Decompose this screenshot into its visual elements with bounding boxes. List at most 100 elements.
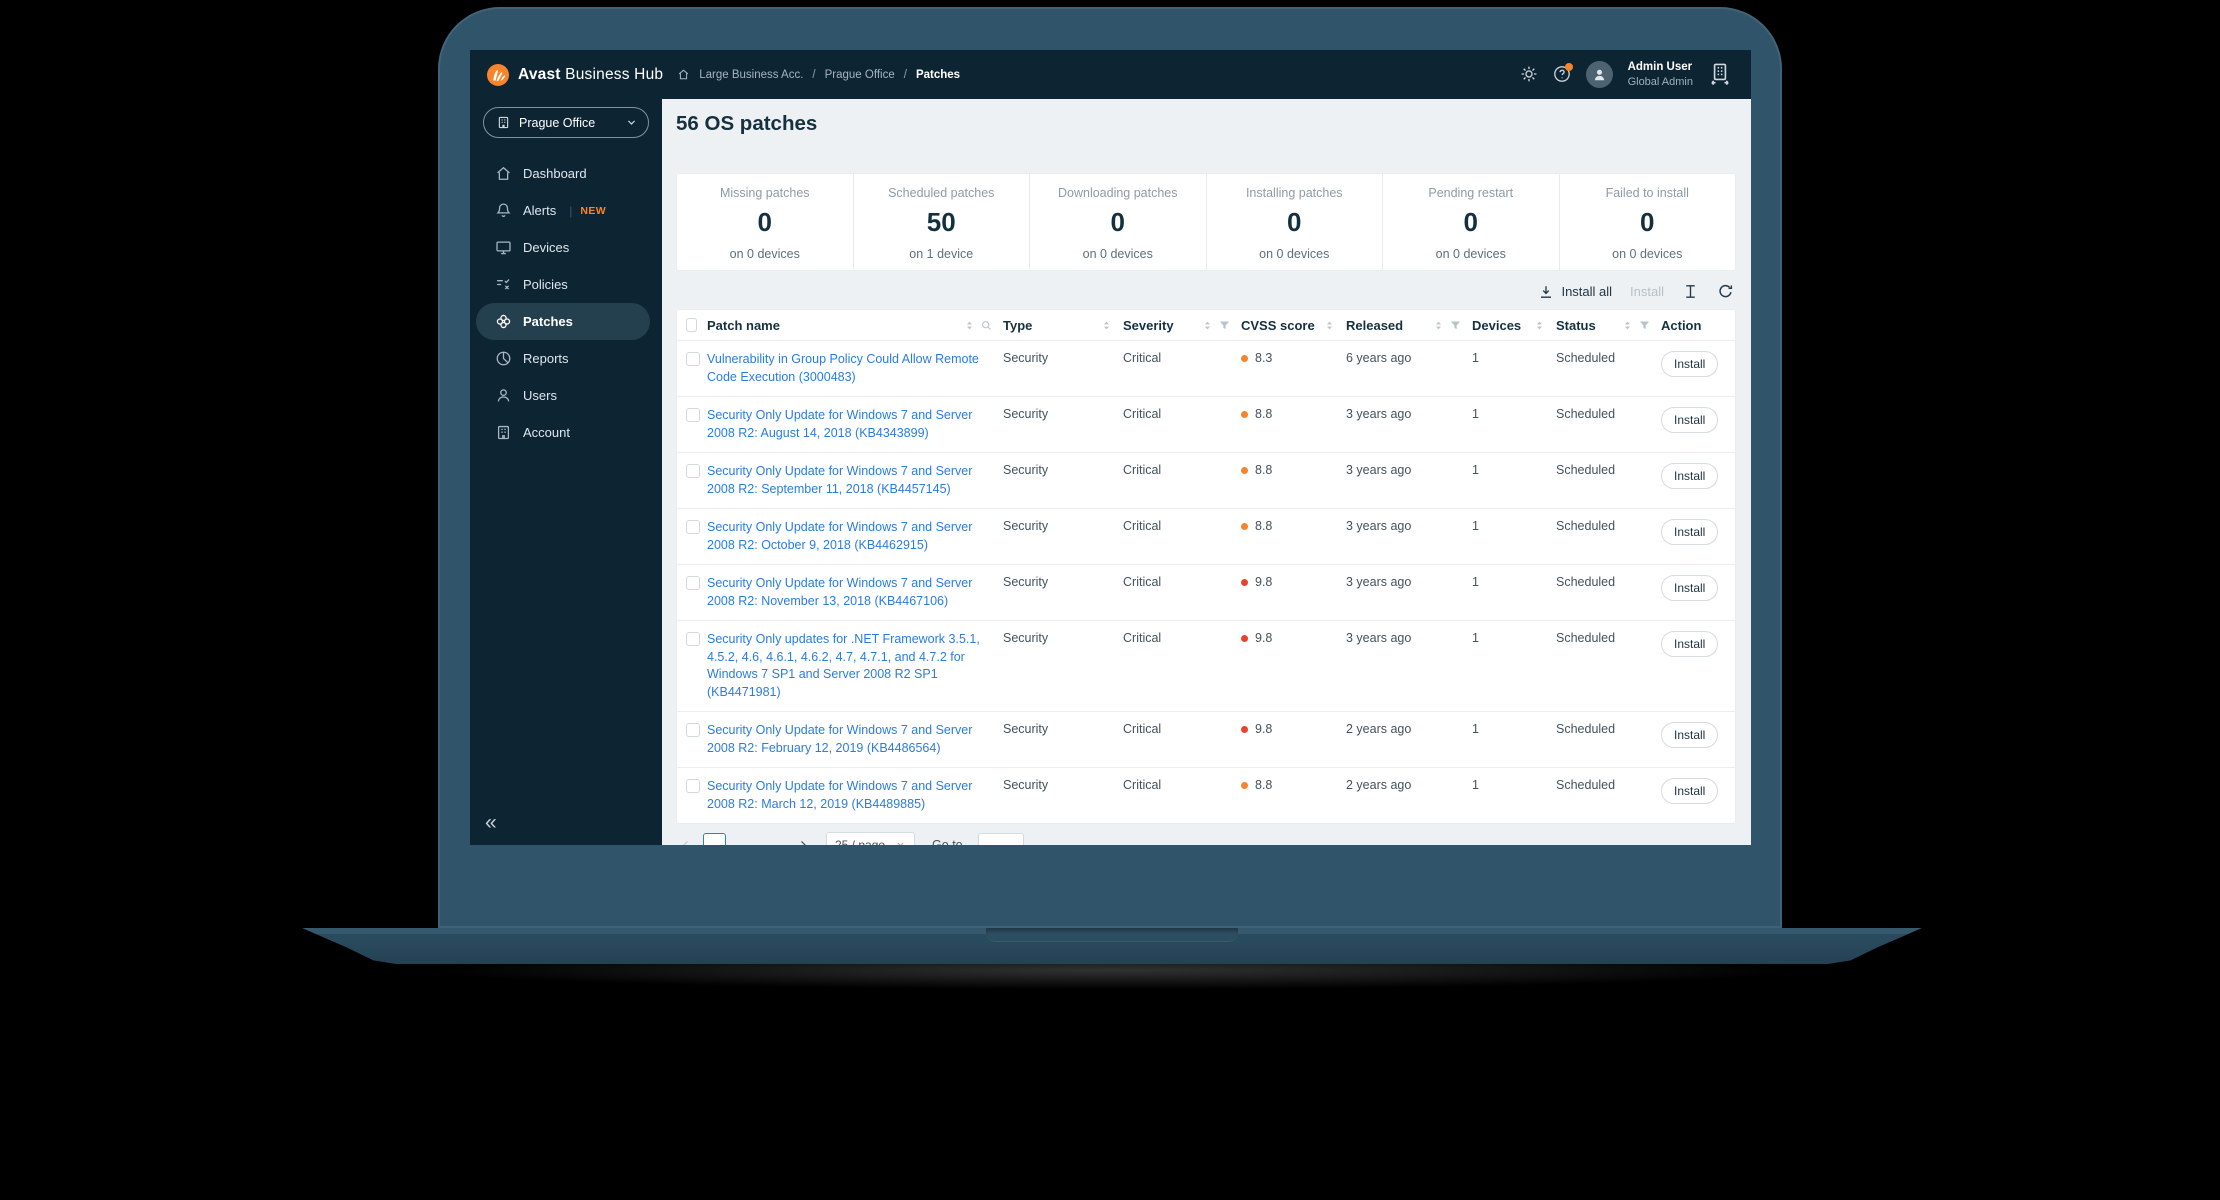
row-checkbox[interactable]: [686, 352, 700, 366]
breadcrumb-item-large-business-acc[interactable]: Large Business Acc. /: [699, 69, 815, 81]
sidebar-item-policies[interactable]: Policies: [476, 266, 650, 303]
table-header-cell-devices[interactable]: Devices: [1472, 310, 1556, 341]
page-size-select[interactable]: 25 / page: [826, 832, 916, 845]
patch-released: 3 years ago: [1346, 396, 1472, 453]
row-install-button[interactable]: Install: [1661, 631, 1719, 657]
stat-value: 0: [1463, 207, 1478, 237]
row-install-button[interactable]: Install: [1661, 351, 1719, 377]
sidebar-item-dashboard[interactable]: Dashboard: [476, 155, 650, 192]
row-height-icon[interactable]: [1682, 283, 1699, 300]
install-button[interactable]: Install: [1630, 284, 1664, 299]
sidebar-item-reports[interactable]: Reports: [476, 340, 650, 377]
sort-icon[interactable]: [1201, 319, 1214, 332]
patch-name-link[interactable]: Security Only Update for Windows 7 and S…: [707, 463, 995, 498]
table-header-cell[interactable]: [677, 310, 707, 341]
table-header-cell-cvss-score[interactable]: CVSS score: [1241, 310, 1346, 341]
filter-icon[interactable]: [1638, 319, 1651, 332]
company-switcher-icon[interactable]: [1708, 62, 1732, 86]
next-page-icon[interactable]: [793, 835, 813, 845]
sidebar-item-account[interactable]: Account: [476, 414, 650, 451]
page-number-2[interactable]: [733, 833, 756, 845]
stat-card-downloading-patches: Downloading patches 0 on 0 devices: [1029, 174, 1206, 270]
user-avatar[interactable]: [1585, 60, 1613, 88]
row-install-button[interactable]: Install: [1661, 575, 1719, 601]
user-info[interactable]: Admin User Global Admin: [1628, 60, 1693, 89]
stat-label: Pending restart: [1428, 186, 1514, 200]
stat-value: 0: [1640, 207, 1655, 237]
patch-type: Security: [1003, 711, 1123, 768]
stat-subtext: on 0 devices: [1435, 247, 1506, 261]
sort-icon[interactable]: [1533, 319, 1546, 332]
sort-icon[interactable]: [1323, 319, 1336, 332]
sidebar: Prague Office Dashboard Alerts | NEW Dev…: [470, 99, 662, 845]
org-selector[interactable]: Prague Office: [483, 107, 649, 138]
row-checkbox[interactable]: [686, 520, 700, 534]
row-checkbox[interactable]: [686, 408, 700, 422]
table-header-cell-action[interactable]: Action: [1661, 310, 1737, 341]
home-icon[interactable]: [677, 68, 690, 81]
breadcrumb-item-prague-office[interactable]: Prague Office /: [825, 69, 907, 81]
help-icon[interactable]: [1553, 63, 1573, 83]
row-install-button[interactable]: Install: [1661, 722, 1719, 748]
monitor-icon: [495, 239, 512, 256]
stat-value: 0: [1110, 207, 1125, 237]
cvss-dot: [1241, 635, 1248, 642]
sort-icon[interactable]: [1621, 319, 1634, 332]
row-install-button[interactable]: Install: [1661, 519, 1719, 545]
refresh-icon[interactable]: [1717, 283, 1734, 300]
row-install-button[interactable]: Install: [1661, 463, 1719, 489]
install-all-button[interactable]: Install all: [1538, 284, 1612, 300]
breadcrumb-item-patches[interactable]: Patches: [916, 69, 960, 81]
filter-icon[interactable]: [1218, 319, 1231, 332]
stat-label: Scheduled patches: [888, 186, 995, 200]
table-header-cell-patch-name[interactable]: Patch name: [707, 310, 1003, 341]
page-number-1[interactable]: [703, 833, 726, 845]
laptop-base: [302, 928, 1922, 964]
patch-name-link[interactable]: Security Only Update for Windows 7 and S…: [707, 778, 995, 813]
patch-name-link[interactable]: Security Only Update for Windows 7 and S…: [707, 407, 995, 442]
row-checkbox[interactable]: [686, 723, 700, 737]
table-header-cell-type[interactable]: Type: [1003, 310, 1123, 341]
patch-name-link[interactable]: Security Only Update for Windows 7 and S…: [707, 722, 995, 757]
row-install-button[interactable]: Install: [1661, 407, 1719, 433]
cvss-value: 9.8: [1255, 575, 1273, 589]
sidebar-item-users[interactable]: Users: [476, 377, 650, 414]
sort-icon[interactable]: [1432, 319, 1445, 332]
home-icon: [495, 165, 512, 182]
prev-page-icon[interactable]: [676, 835, 696, 845]
row-checkbox[interactable]: [686, 632, 700, 646]
row-checkbox[interactable]: [686, 779, 700, 793]
search-icon[interactable]: [980, 319, 993, 332]
sidebar-collapse-icon[interactable]: «: [485, 812, 497, 833]
stats-bar: Missing patches 0 on 0 devices Scheduled…: [676, 173, 1736, 271]
goto-page-input[interactable]: [977, 833, 1024, 845]
table-header-cell-severity[interactable]: Severity: [1123, 310, 1241, 341]
new-badge: NEW: [580, 204, 607, 217]
row-checkbox[interactable]: [686, 576, 700, 590]
row-install-button[interactable]: Install: [1661, 778, 1719, 804]
sidebar-item-alerts[interactable]: Alerts | NEW: [476, 192, 650, 229]
sort-icon[interactable]: [963, 319, 976, 332]
building-icon: [495, 424, 512, 441]
stat-subtext: on 0 devices: [729, 247, 800, 261]
patch-name-link[interactable]: Security Only updates for .NET Framework…: [707, 631, 995, 701]
sidebar-item-devices[interactable]: Devices: [476, 229, 650, 266]
patch-devices: 1: [1472, 396, 1556, 453]
patch-name-link[interactable]: Security Only Update for Windows 7 and S…: [707, 575, 995, 610]
row-checkbox[interactable]: [686, 464, 700, 478]
sort-icon[interactable]: [1100, 319, 1113, 332]
notification-dot: [1564, 63, 1573, 72]
patches-table: Patch name Type Severity CVSS score Rele…: [676, 309, 1737, 824]
building-icon: [496, 115, 511, 130]
page-number-3[interactable]: [763, 833, 786, 845]
org-selector-value: Prague Office: [519, 115, 596, 130]
patch-name-link[interactable]: Security Only Update for Windows 7 and S…: [707, 519, 995, 554]
table-header-cell-status[interactable]: Status: [1556, 310, 1661, 341]
settings-gear-icon[interactable]: [1520, 65, 1538, 83]
sidebar-item-patches[interactable]: Patches: [476, 303, 650, 340]
select-all-checkbox[interactable]: [686, 318, 697, 332]
filter-icon[interactable]: [1449, 319, 1462, 332]
patch-name-link[interactable]: Vulnerability in Group Policy Could Allo…: [707, 351, 995, 386]
table-header-cell-released[interactable]: Released: [1346, 310, 1472, 341]
stat-label: Failed to install: [1605, 186, 1689, 200]
